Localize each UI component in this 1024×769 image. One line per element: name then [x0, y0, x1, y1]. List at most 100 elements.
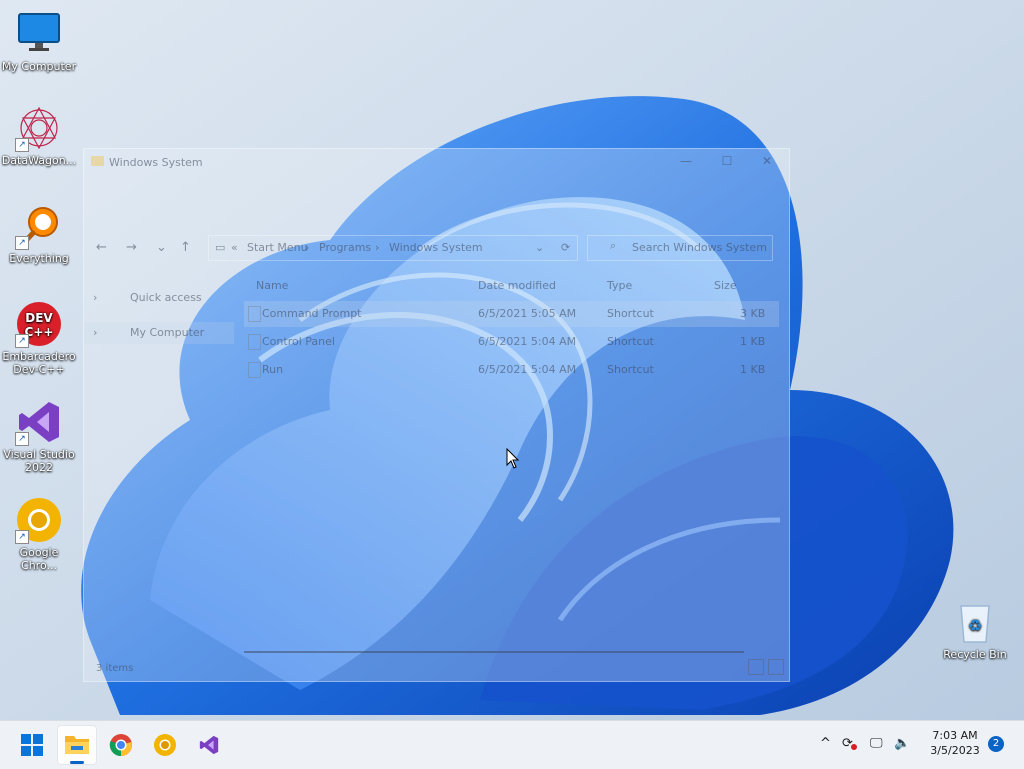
file-date: 6/5/2021 5:04 AM — [478, 363, 577, 376]
taskbar-chrome[interactable] — [101, 725, 141, 765]
active-app-indicator — [70, 761, 84, 764]
column-header-name[interactable]: Name — [256, 279, 288, 292]
desktop-icon-everything[interactable]: ↗ Everything — [0, 202, 78, 265]
breadcrumb-overflow[interactable]: « — [231, 241, 238, 254]
visual-studio-icon — [199, 735, 219, 755]
file-size: 3 KB — [740, 307, 766, 320]
shortcut-arrow-icon: ↗ — [15, 236, 29, 250]
taskbar-chrome-canary[interactable] — [145, 725, 185, 765]
chevron-right-icon[interactable]: › — [93, 326, 97, 339]
file-type: Shortcut — [607, 335, 654, 348]
file-date: 6/5/2021 5:04 AM — [478, 335, 577, 348]
shortcut-arrow-icon: ↗ — [15, 334, 29, 348]
windows-start-icon — [21, 734, 43, 756]
file-explorer-window[interactable]: Windows System — ☐ ✕ ← → ⌄ ↑ ▭ « Start M… — [83, 148, 790, 682]
desktop-icon-my-computer[interactable]: My Computer — [0, 10, 78, 73]
sidebar-item-my-computer[interactable]: › My Computer — [84, 322, 234, 344]
horizontal-scrollbar[interactable] — [244, 651, 744, 653]
search-box[interactable]: ⌕ Search Windows System — [587, 235, 773, 261]
desktop-icon-label: Recycle Bin — [943, 648, 1007, 661]
address-bar[interactable]: ▭ « Start Menu › Programs › Windows Syst… — [208, 235, 578, 261]
clock-time: 7:03 AM — [932, 729, 978, 742]
taskbar-file-explorer[interactable] — [57, 725, 97, 765]
sync-status-icon[interactable]: ⟳ — [842, 736, 857, 751]
visual-studio-icon: ↗ — [15, 398, 63, 446]
desktop-icon-label: Google Chro... — [19, 546, 59, 572]
close-button[interactable]: ✕ — [759, 153, 775, 169]
file-type: Shortcut — [607, 307, 654, 320]
search-input[interactable]: Search Windows System — [632, 241, 767, 254]
chevron-right-icon[interactable]: › — [93, 291, 97, 304]
shortcut-file-icon — [248, 306, 261, 322]
shortcut-arrow-icon: ↗ — [15, 432, 29, 446]
desktop-icon-label: Visual Studio 2022 — [3, 448, 75, 474]
taskbar-visual-studio[interactable] — [189, 725, 229, 765]
svg-text:♻: ♻ — [968, 616, 982, 635]
folder-icon: ▭ — [215, 241, 226, 254]
breadcrumb-separator: › — [305, 241, 310, 254]
file-row[interactable]: Control Panel 6/5/2021 5:04 AM Shortcut … — [244, 329, 779, 355]
chrome-canary-icon — [154, 734, 176, 756]
volume-icon[interactable]: 🔈 — [894, 736, 910, 751]
up-button[interactable]: ↑ — [180, 240, 191, 255]
window-title: Windows System — [109, 156, 203, 169]
mouse-cursor-icon — [506, 448, 520, 469]
column-header-date-modified[interactable]: Date modified — [478, 279, 556, 292]
sidebar-item-label: Quick access — [130, 291, 202, 304]
address-dropdown-icon[interactable]: ⌄ — [535, 241, 544, 254]
sidebar-item-label: My Computer — [130, 326, 205, 339]
chrome-canary-icon: ↗ — [15, 496, 63, 544]
clock-date: 3/5/2023 — [930, 744, 980, 757]
datawagon-icon: ↗ — [15, 104, 63, 152]
search-icon: ⌕ — [610, 239, 617, 252]
sidebar-item-quick-access[interactable]: › Quick access — [84, 287, 234, 309]
status-item-count: 3 items — [96, 663, 134, 674]
file-size: 1 KB — [740, 363, 766, 376]
minimize-button[interactable]: — — [678, 153, 694, 169]
monitor-icon — [15, 10, 63, 58]
desktop-icon-recycle-bin[interactable]: ♻ Recycle Bin — [936, 598, 1014, 661]
desktop-icon-visual-studio[interactable]: ↗ Visual Studio 2022 — [0, 398, 78, 474]
recent-locations-button[interactable]: ⌄ — [156, 240, 167, 255]
folder-icon — [91, 156, 104, 166]
column-header-size[interactable]: Size — [714, 279, 737, 292]
desktop-icon-google-chrome[interactable]: ↗ Google Chro... — [0, 496, 78, 572]
desktop-icon-devcpp[interactable]: DEV C++ ↗ Embarcadero Dev-C++ — [0, 300, 78, 376]
desktop-icon-label: Everything — [9, 252, 69, 265]
details-view-button[interactable] — [748, 659, 764, 675]
forward-button[interactable]: → — [126, 240, 137, 255]
network-icon[interactable]: 🖵 — [870, 736, 883, 751]
file-row[interactable]: Run 6/5/2021 5:04 AM Shortcut 1 KB — [244, 357, 779, 383]
file-explorer-icon — [65, 736, 89, 754]
refresh-icon[interactable]: ⟳ — [561, 241, 570, 254]
shortcut-arrow-icon: ↗ — [15, 530, 29, 544]
file-name: Run — [262, 363, 284, 376]
shortcut-arrow-icon: ↗ — [15, 138, 29, 152]
desktop-icon-label: My Computer — [1, 60, 77, 73]
desktop-icon-label: Embarcadero Dev-C++ — [2, 350, 76, 376]
desktop-icon-datawagon[interactable]: ↗ DataWagon... — [0, 104, 78, 167]
file-row[interactable]: Command Prompt 6/5/2021 5:05 AM Shortcut… — [244, 301, 779, 327]
breadcrumb-windows-system[interactable]: Windows System — [389, 241, 483, 254]
start-button[interactable] — [12, 725, 52, 765]
file-size: 1 KB — [740, 335, 766, 348]
column-header-type[interactable]: Type — [607, 279, 632, 292]
back-button[interactable]: ← — [96, 240, 107, 255]
breadcrumb-separator: › — [375, 241, 380, 254]
recycle-bin-icon: ♻ — [951, 598, 999, 646]
breadcrumb-start-menu[interactable]: Start Menu — [247, 241, 308, 254]
file-name: Command Prompt — [262, 307, 362, 320]
chrome-icon — [109, 734, 132, 757]
shortcut-file-icon — [248, 362, 261, 378]
desktop-icon-label: DataWagon... — [1, 154, 77, 167]
maximize-button[interactable]: ☐ — [719, 153, 735, 169]
show-hidden-icons-button[interactable]: ^ — [820, 736, 831, 751]
file-date: 6/5/2021 5:05 AM — [478, 307, 577, 320]
window-titlebar[interactable]: Windows System — ☐ ✕ — [84, 149, 789, 175]
system-clock[interactable]: 7:03 AM 3/5/2023 — [920, 728, 990, 758]
breadcrumb-programs[interactable]: Programs — [319, 241, 371, 254]
large-icons-view-button[interactable] — [768, 659, 784, 675]
everything-search-icon: ↗ — [15, 202, 63, 250]
file-name: Control Panel — [262, 335, 335, 348]
notification-count-badge[interactable]: 2 — [988, 736, 1004, 752]
